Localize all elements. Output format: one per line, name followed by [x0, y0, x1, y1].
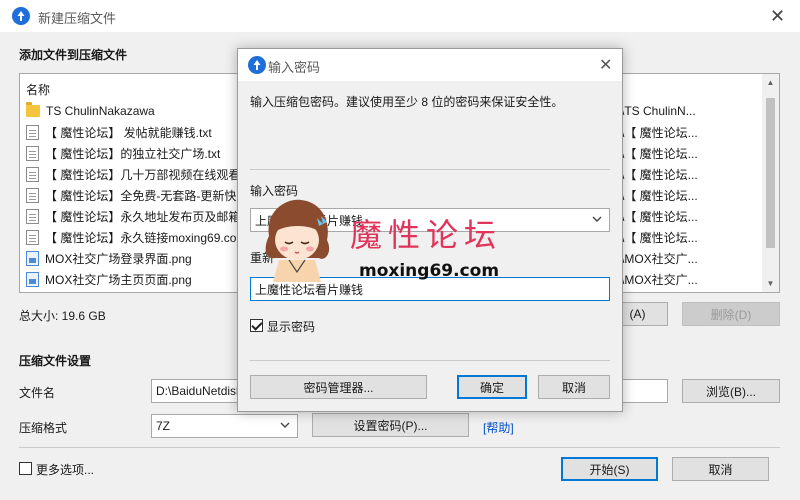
image-file-icon [26, 250, 39, 266]
dialog-titlebar: 输入密码 ✕ [238, 49, 622, 81]
list-item[interactable]: TS ChulinNakazawa [26, 101, 155, 121]
total-size-text: 总大小: 19.6 GB [19, 309, 106, 323]
file-name: 【 魔性论坛】几十万部视频在线观看 [45, 167, 241, 182]
file-path: \TS ChulinN... [621, 104, 696, 118]
watermark-avatar-icon [265, 199, 330, 282]
dialog-title: 输入密码 [268, 60, 321, 75]
cancel-button[interactable]: 取消 [672, 457, 769, 481]
file-name: 【 魔性论坛】永久链接moxing69.com [45, 230, 247, 245]
password-manager-button[interactable]: 密码管理器... [250, 375, 427, 399]
text-file-icon [26, 208, 39, 224]
watermark-url: moxing69.com [359, 261, 500, 281]
help-link[interactable]: [帮助] [483, 419, 514, 436]
file-path: \MOX社交广... [621, 272, 698, 287]
dialog-cancel-button[interactable]: 取消 [538, 375, 610, 399]
text-file-icon [26, 124, 39, 140]
file-name: 【 魔性论坛】 发帖就能赚钱.txt [45, 125, 212, 140]
text-file-icon [26, 145, 39, 161]
divider [250, 360, 610, 361]
file-name: MOX社交广场登录界面.png [45, 251, 192, 266]
format-value: 7Z [156, 419, 171, 433]
dialog-close-icon[interactable]: ✕ [599, 57, 612, 75]
app-logo-icon [248, 56, 266, 74]
text-file-icon [26, 166, 39, 182]
text-file-icon [26, 229, 39, 245]
start-button[interactable]: 开始(S) [561, 457, 658, 481]
divider [19, 447, 780, 448]
password-hint-text: 输入压缩包密码。建议使用至少 8 位的密码来保证安全性。 [250, 95, 564, 109]
file-path: \【 魔性论坛... [621, 125, 698, 140]
file-path: \【 魔性论坛... [621, 230, 698, 245]
file-list-scrollbar[interactable]: ▲ ▼ [762, 74, 779, 292]
browse-button[interactable]: 浏览(B)... [682, 379, 780, 403]
more-options-label[interactable]: 更多选项... [36, 461, 94, 478]
list-item[interactable]: 【 魔性论坛】几十万部视频在线观看 [26, 164, 240, 184]
file-path: \【 魔性论坛... [621, 188, 698, 203]
image-file-icon [26, 271, 39, 287]
scroll-up-icon[interactable]: ▲ [762, 74, 779, 91]
file-path: \【 魔性论坛... [621, 167, 698, 182]
file-name: 【 魔性论坛】永久地址发布页及邮箱 [45, 209, 241, 224]
add-files-section-label: 添加文件到压缩文件 [19, 48, 128, 62]
set-password-button[interactable]: 设置密码(P)... [312, 413, 469, 437]
list-item[interactable]: 【 魔性论坛】永久链接moxing69.com [26, 227, 246, 247]
ok-button[interactable]: 确定 [457, 375, 527, 399]
list-item[interactable]: 【 魔性论坛】全免费-无套路-更新快 [26, 185, 236, 205]
list-item[interactable]: 【 魔性论坛】永久地址发布页及邮箱 [26, 206, 240, 226]
app-logo-icon [12, 7, 30, 25]
file-name: TS ChulinNakazawa [46, 104, 155, 118]
show-password-label[interactable]: 显示密码 [267, 318, 315, 335]
watermark-text: 魔性论坛 [350, 216, 503, 254]
format-label: 压缩格式 [19, 421, 68, 435]
scroll-down-icon[interactable]: ▼ [762, 275, 779, 292]
file-name: MOX社交广场主页页面.png [45, 272, 192, 287]
filename-label: 文件名 [19, 386, 56, 400]
list-item[interactable]: 【 魔性论坛】的独立社交广场.txt [26, 143, 220, 163]
main-titlebar: 新建压缩文件 ✕ [0, 0, 800, 32]
show-password-checkbox[interactable] [250, 319, 263, 332]
file-path: \【 魔性论坛... [621, 146, 698, 161]
chevron-down-icon [280, 422, 290, 428]
main-window-title: 新建压缩文件 [38, 11, 117, 26]
main-close-icon[interactable]: ✕ [770, 7, 785, 25]
list-item[interactable]: MOX社交广场登录界面.png [26, 248, 192, 268]
divider [250, 169, 610, 170]
archive-settings-section-label: 压缩文件设置 [19, 354, 92, 368]
format-select[interactable]: 7Z [151, 414, 298, 438]
file-path: \MOX社交广... [621, 251, 698, 266]
file-name: 【 魔性论坛】的独立社交广场.txt [45, 146, 221, 161]
scrollbar-thumb[interactable] [766, 98, 775, 248]
list-item[interactable]: MOX社交广场主页页面.png [26, 269, 192, 289]
more-options-checkbox[interactable] [19, 462, 32, 475]
file-path: \【 魔性论坛... [621, 209, 698, 224]
folder-icon [26, 102, 40, 117]
file-name: 【 魔性论坛】全免费-无套路-更新快 [45, 188, 237, 203]
delete-button[interactable]: 删除(D) [682, 302, 780, 326]
name-column-header[interactable]: 名称 [26, 81, 50, 98]
chevron-down-icon[interactable] [591, 213, 603, 225]
list-item[interactable]: 【 魔性论坛】 发帖就能赚钱.txt [26, 122, 212, 142]
text-file-icon [26, 187, 39, 203]
